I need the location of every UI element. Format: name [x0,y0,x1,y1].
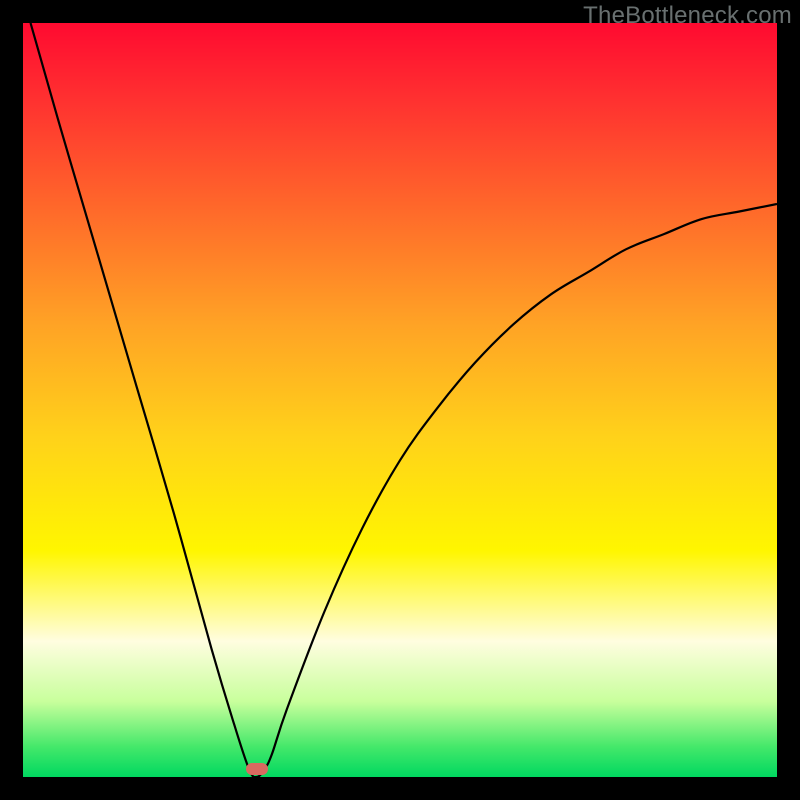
optimal-marker [246,763,268,775]
watermark-text: TheBottleneck.com [583,2,792,30]
plot-area [23,23,777,777]
bottleneck-curve [23,23,777,777]
chart-frame: TheBottleneck.com [0,0,800,800]
